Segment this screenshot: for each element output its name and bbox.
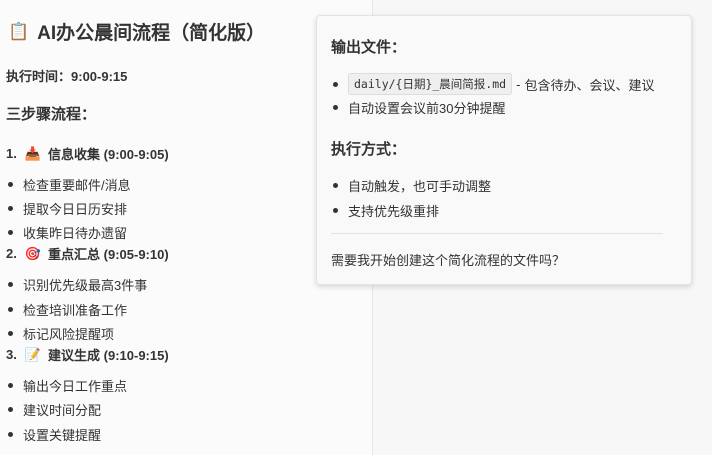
inbox-tray-icon: 📥: [24, 145, 42, 161]
divider: [331, 233, 663, 234]
bullet-dot: [8, 407, 13, 412]
page-title: 📋 AI办公晨间流程（简化版）: [8, 18, 265, 45]
list-item: 提取今日日历安排: [8, 199, 127, 218]
bullet-dot: [333, 105, 338, 110]
list-item: 输出今日工作重点: [8, 376, 127, 395]
list-item: 自动设置会议前30分钟提醒: [333, 98, 505, 117]
list-item-text: 输出今日工作重点: [23, 379, 128, 394]
bullet-dot: [8, 182, 13, 187]
list-item-text: 提取今日日历安排: [23, 202, 128, 217]
step-number: 1.: [6, 146, 17, 161]
bullet-dot: [8, 432, 13, 437]
bullet-dot: [8, 331, 13, 336]
list-item: 检查培训准备工作: [8, 300, 127, 319]
list-item: 自动触发，也可手动调整: [333, 176, 491, 195]
step-label: 建议生成 (9:10-9:15): [48, 348, 169, 363]
step-label: 重点汇总 (9:05-9:10): [48, 247, 169, 262]
page-title-text: AI办公晨间流程（简化版）: [37, 23, 266, 44]
target-icon: 🎯: [24, 245, 42, 261]
method-heading: 执行方式：: [331, 141, 407, 158]
output-file-code: daily/{日期}_晨间简报.md: [348, 73, 513, 95]
list-item: 收集昨日待办遗留: [8, 223, 127, 242]
separator: -: [516, 76, 521, 92]
list-item-text: 自动触发，也可手动调整: [348, 179, 492, 194]
list-item: 标记风险提醒项: [8, 324, 114, 343]
exec-time-label: 执行时间：: [6, 69, 72, 84]
list-item-text: 自动设置会议前30分钟提醒: [348, 101, 506, 116]
list-item-text: 设置关键提醒: [23, 428, 102, 443]
output-heading: 输出文件：: [331, 39, 407, 56]
step-1-heading: 1. 📥 信息收集 (9:00-9:05): [6, 144, 169, 163]
bullet-dot: [8, 206, 13, 211]
clipboard-icon: 📋: [8, 21, 30, 41]
step-label: 信息收集 (9:00-9:05): [48, 147, 169, 162]
list-item-text: 支持优先级重排: [348, 204, 440, 219]
bullet-dot: [8, 282, 13, 287]
exec-time: 执行时间：9:00-9:15: [6, 66, 127, 85]
list-item: daily/{日期}_晨间简报.md - 包含待办、会议、建议: [333, 73, 654, 95]
bullet-dot: [8, 383, 13, 388]
output-desc: 包含待办、会议、建议: [524, 77, 655, 93]
bullet-dot: [8, 230, 13, 235]
list-item: 设置关键提醒: [8, 425, 101, 444]
list-item-text: 识别优先级最高3件事: [23, 278, 148, 293]
memo-icon: 📝: [24, 346, 42, 362]
bullet-dot: [333, 208, 338, 213]
list-item: 检查重要邮件/消息: [8, 175, 131, 194]
list-item-text: 收集昨日待办遗留: [23, 226, 128, 241]
step-3-heading: 3. 📝 建议生成 (9:10-9:15): [6, 345, 169, 364]
exec-time-value: 9:00-9:15: [71, 69, 128, 84]
list-item: 建议时间分配: [8, 400, 101, 419]
response-card: 输出文件： daily/{日期}_晨间简报.md - 包含待办、会议、建议 自动…: [316, 15, 692, 285]
list-item: 识别优先级最高3件事: [8, 275, 147, 294]
bullet-dot: [8, 307, 13, 312]
list-item-text: 检查培训准备工作: [23, 303, 128, 318]
step-2-heading: 2. 🎯 重点汇总 (9:05-9:10): [6, 244, 169, 263]
list-item-text: 标记风险提醒项: [23, 327, 115, 342]
list-item-text: 检查重要邮件/消息: [23, 178, 131, 193]
list-item: 支持优先级重排: [333, 201, 439, 220]
step-number: 3.: [6, 347, 17, 362]
step-number: 2.: [6, 246, 17, 261]
follow-up-question: 需要我开始创建这个简化流程的文件吗？: [331, 253, 566, 268]
list-item-text: 建议时间分配: [23, 403, 102, 418]
steps-heading: 三步骤流程：: [6, 106, 97, 123]
bullet-dot: [333, 81, 338, 87]
bullet-dot: [333, 183, 338, 188]
